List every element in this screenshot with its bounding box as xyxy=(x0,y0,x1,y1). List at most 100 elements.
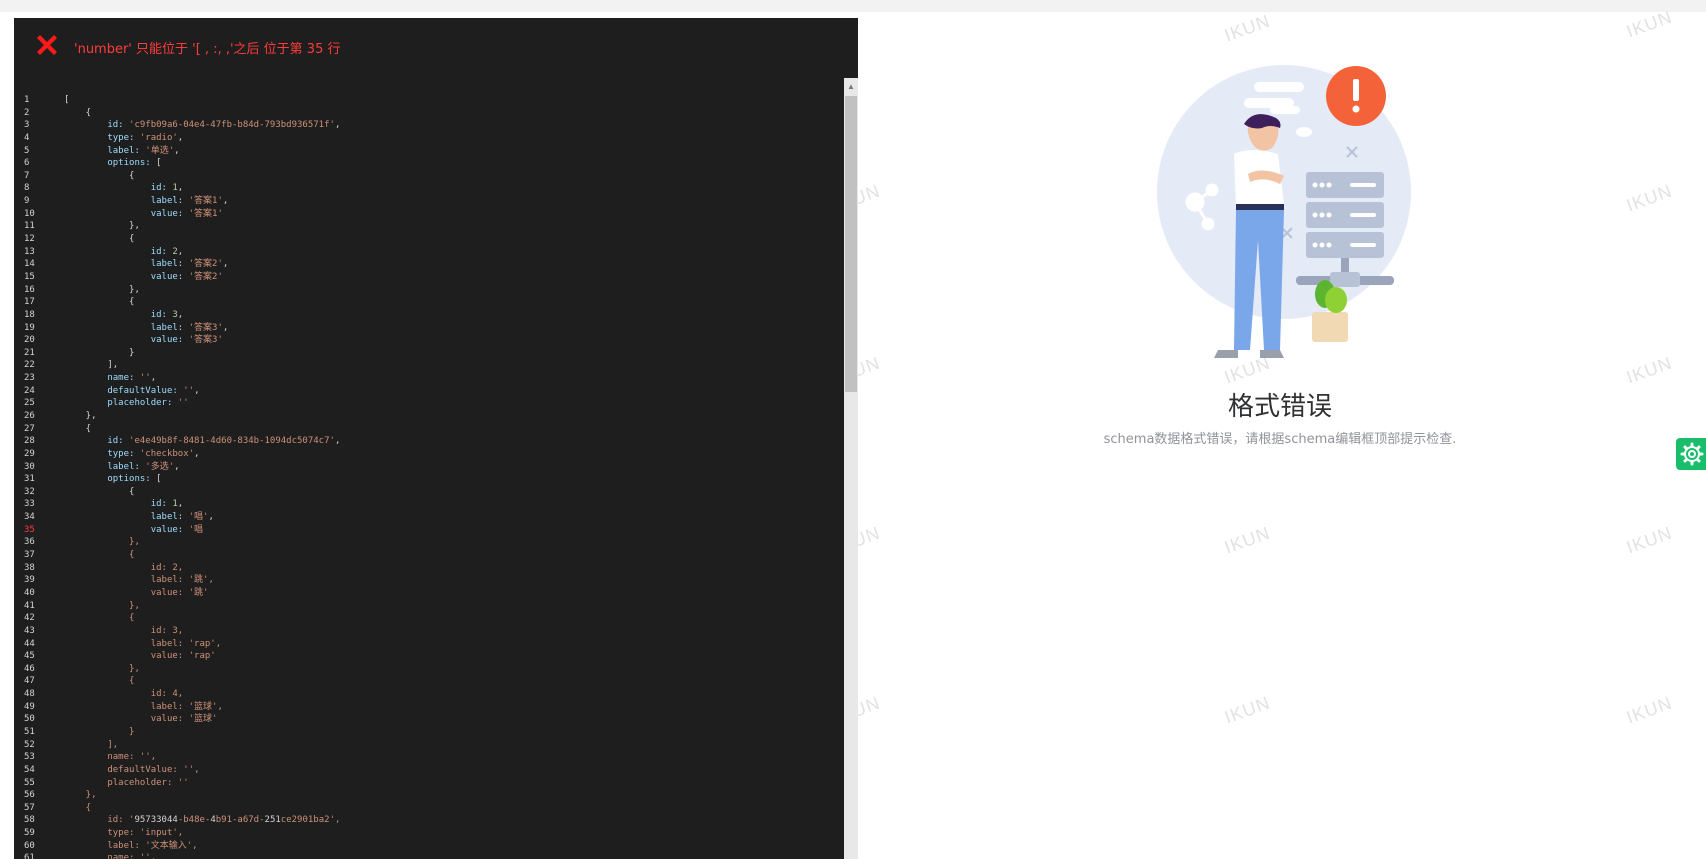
code-line[interactable]: 40 value: '跳' xyxy=(14,587,840,600)
code-line[interactable]: 48 id: 4, xyxy=(14,688,840,701)
line-number: 19 xyxy=(24,322,35,333)
code-token: value: xyxy=(64,651,189,662)
settings-button[interactable] xyxy=(1676,438,1706,470)
code-line[interactable]: 46 }, xyxy=(14,663,840,676)
code-line[interactable]: 29 type: 'checkbox', xyxy=(14,448,840,461)
gear-icon xyxy=(1680,442,1704,466)
code-line[interactable]: 60 label: '文本输入', xyxy=(14,840,840,853)
code-line[interactable]: 58 id: '95733044-b48e-4b91-a67d-251ce290… xyxy=(14,814,840,827)
code-line[interactable]: 34 label: '唱', xyxy=(14,511,840,524)
scrollbar-thumb[interactable] xyxy=(845,96,857,392)
code-line[interactable]: 10 value: '答案1' xyxy=(14,208,840,221)
code-line[interactable]: 18 id: 3, xyxy=(14,309,840,322)
code-line[interactable]: 45 value: 'rap' xyxy=(14,650,840,663)
code-line[interactable]: 42 { xyxy=(14,612,840,625)
code-line[interactable]: 36 }, xyxy=(14,536,840,549)
code-line[interactable]: 38 id: 2, xyxy=(14,562,840,575)
code-line[interactable]: 52 ], xyxy=(14,739,840,752)
code-line[interactable]: 57 { xyxy=(14,802,840,815)
line-number: 32 xyxy=(24,486,35,497)
code-text: }, xyxy=(64,789,97,802)
code-line[interactable]: 31 options: [ xyxy=(14,473,840,486)
code-text: options: [ xyxy=(64,473,161,486)
schema-editor[interactable]: 'number' 只能位于 '[ , :, ,'之后 位于第 35 行 1[2 … xyxy=(14,18,858,859)
line-number: 37 xyxy=(24,550,35,561)
code-area[interactable]: 1[2 {3 id: 'c9fb09a6-04e4-47fb-b84d-793b… xyxy=(14,78,840,859)
code-line[interactable]: 35 value: '唱 xyxy=(14,524,840,537)
code-line[interactable]: 19 label: '答案3', xyxy=(14,322,840,335)
code-token: value: xyxy=(64,208,189,219)
top-strip xyxy=(0,0,1706,12)
code-token: 'e4e49b8f-8481-4d60-834b-1094dc5074c7' xyxy=(129,436,335,447)
code-line[interactable]: 33 id: 1, xyxy=(14,498,840,511)
code-token: , xyxy=(174,145,180,156)
code-line[interactable]: 11 }, xyxy=(14,220,840,233)
code-line[interactable]: 30 label: '多选', xyxy=(14,461,840,474)
code-line[interactable]: 17 { xyxy=(14,296,840,309)
code-token: , xyxy=(177,689,184,700)
code-line[interactable]: 39 label: '跳', xyxy=(14,574,840,587)
code-token: type: xyxy=(64,448,140,459)
code-line[interactable]: 22 ], xyxy=(14,359,840,372)
code-text: { xyxy=(64,486,134,499)
code-line[interactable]: 43 id: 3, xyxy=(14,625,840,638)
code-line[interactable]: 24 defaultValue: '', xyxy=(14,385,840,398)
code-line[interactable]: 55 placeholder: '' xyxy=(14,777,840,790)
code-line[interactable]: 50 value: '篮球' xyxy=(14,713,840,726)
watermark-text: IKUN xyxy=(1623,522,1675,558)
code-line[interactable]: 14 label: '答案2', xyxy=(14,258,840,271)
code-line[interactable]: 26 }, xyxy=(14,410,840,423)
code-line[interactable]: 1[ xyxy=(14,94,840,107)
code-line[interactable]: 41 }, xyxy=(14,600,840,613)
code-line[interactable]: 13 id: 2, xyxy=(14,246,840,259)
code-text: label: '多选', xyxy=(64,461,179,474)
code-line[interactable]: 7 { xyxy=(14,170,840,183)
code-line[interactable]: 16 }, xyxy=(14,284,840,297)
line-number: 18 xyxy=(24,309,35,320)
code-line[interactable]: 54 defaultValue: '', xyxy=(14,764,840,777)
code-line[interactable]: 3 id: 'c9fb09a6-04e4-47fb-b84d-793bd9365… xyxy=(14,119,840,132)
code-line[interactable]: 2 { xyxy=(14,107,840,120)
code-line[interactable]: 56 }, xyxy=(14,789,840,802)
code-line[interactable]: 6 options: [ xyxy=(14,157,840,170)
code-token: id: xyxy=(64,562,173,573)
code-line[interactable]: 23 name: '', xyxy=(14,372,840,385)
code-line[interactable]: 27 { xyxy=(14,423,840,436)
code-line[interactable]: 8 id: 1, xyxy=(14,182,840,195)
code-line[interactable]: 53 name: '', xyxy=(14,751,840,764)
code-text: id: 1, xyxy=(64,498,184,511)
code-token: { xyxy=(64,486,135,497)
code-token: '单选' xyxy=(145,145,175,156)
code-line[interactable]: 5 label: '单选', xyxy=(14,145,840,158)
code-line[interactable]: 61 name: '', xyxy=(14,852,840,859)
scroll-up-arrow-icon[interactable]: ▲ xyxy=(844,80,858,94)
code-token: }, xyxy=(64,537,140,548)
code-line[interactable]: 21 } xyxy=(14,347,840,360)
code-token: ], xyxy=(64,360,119,371)
code-token: { xyxy=(64,613,135,624)
code-line[interactable]: 47 { xyxy=(14,675,840,688)
code-token: label: xyxy=(64,322,189,333)
code-line[interactable]: 32 { xyxy=(14,486,840,499)
code-line[interactable]: 49 label: '篮球', xyxy=(14,701,840,714)
code-line[interactable]: 59 type: 'input', xyxy=(14,827,840,840)
code-line[interactable]: 25 placeholder: '' xyxy=(14,397,840,410)
code-token: id: xyxy=(64,499,173,510)
code-token: { xyxy=(64,550,135,561)
code-text: label: '单选', xyxy=(64,145,180,158)
code-line[interactable]: 28 id: 'e4e49b8f-8481-4d60-834b-1094dc50… xyxy=(14,435,840,448)
code-line[interactable]: 44 label: 'rap', xyxy=(14,638,840,651)
code-line[interactable]: 15 value: '答案2' xyxy=(14,271,840,284)
code-line[interactable]: 4 type: 'radio', xyxy=(14,132,840,145)
code-line[interactable]: 12 { xyxy=(14,233,840,246)
code-line[interactable]: 9 label: '答案1', xyxy=(14,195,840,208)
code-token: 'rap' xyxy=(188,651,216,662)
code-token: placeholder: xyxy=(64,777,178,788)
code-line[interactable]: 37 { xyxy=(14,549,840,562)
watermark-text: IKUN xyxy=(1221,692,1273,728)
code-line[interactable]: 51 } xyxy=(14,726,840,739)
editor-scrollbar[interactable]: ▲ xyxy=(840,78,858,859)
code-line[interactable]: 20 value: '答案3' xyxy=(14,334,840,347)
code-token: } xyxy=(64,727,135,737)
line-number: 59 xyxy=(24,828,35,839)
